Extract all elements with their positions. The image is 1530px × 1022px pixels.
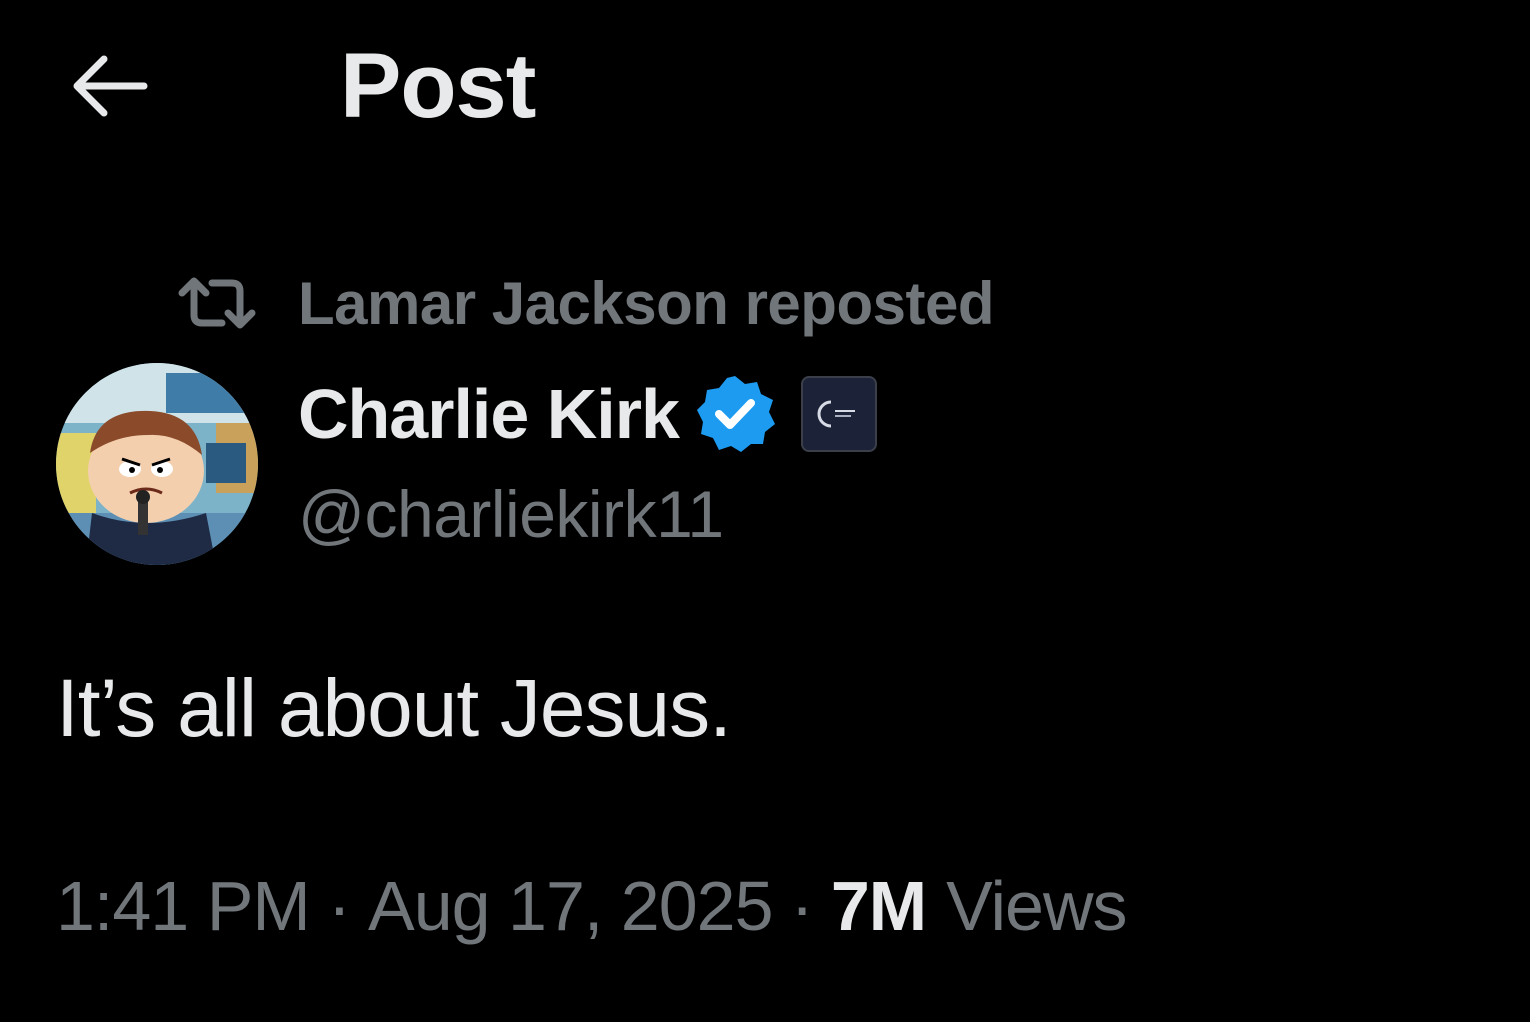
back-button[interactable] xyxy=(62,46,154,126)
author-display-name[interactable]: Charlie Kirk xyxy=(298,374,680,454)
meta-separator: · xyxy=(327,867,351,945)
author-handle[interactable]: @charliekirk11 xyxy=(298,476,724,552)
post-date[interactable]: Aug 17, 2025 xyxy=(368,866,773,946)
post-text: It’s all about Jesus. xyxy=(56,663,732,754)
views-count[interactable]: 7M xyxy=(831,866,927,946)
repost-icon xyxy=(176,272,258,334)
post-time[interactable]: 1:41 PM xyxy=(56,866,311,946)
avatar[interactable] xyxy=(56,363,258,565)
verified-badge-icon[interactable] xyxy=(693,372,777,456)
views-label: Views xyxy=(946,867,1127,945)
post-meta: 1:41 PM · Aug 17, 2025 · 7M Views xyxy=(56,866,1128,946)
top-bar: Post xyxy=(0,0,1530,180)
affiliate-badge-icon[interactable] xyxy=(800,376,877,452)
author-name-row: Charlie Kirk xyxy=(298,372,877,456)
meta-separator: · xyxy=(790,867,814,945)
reposted-by-link[interactable]: Lamar Jackson reposted xyxy=(298,269,994,338)
arrow-left-icon xyxy=(73,55,148,117)
page-title: Post xyxy=(340,35,536,137)
repost-context: Lamar Jackson reposted xyxy=(176,268,994,338)
